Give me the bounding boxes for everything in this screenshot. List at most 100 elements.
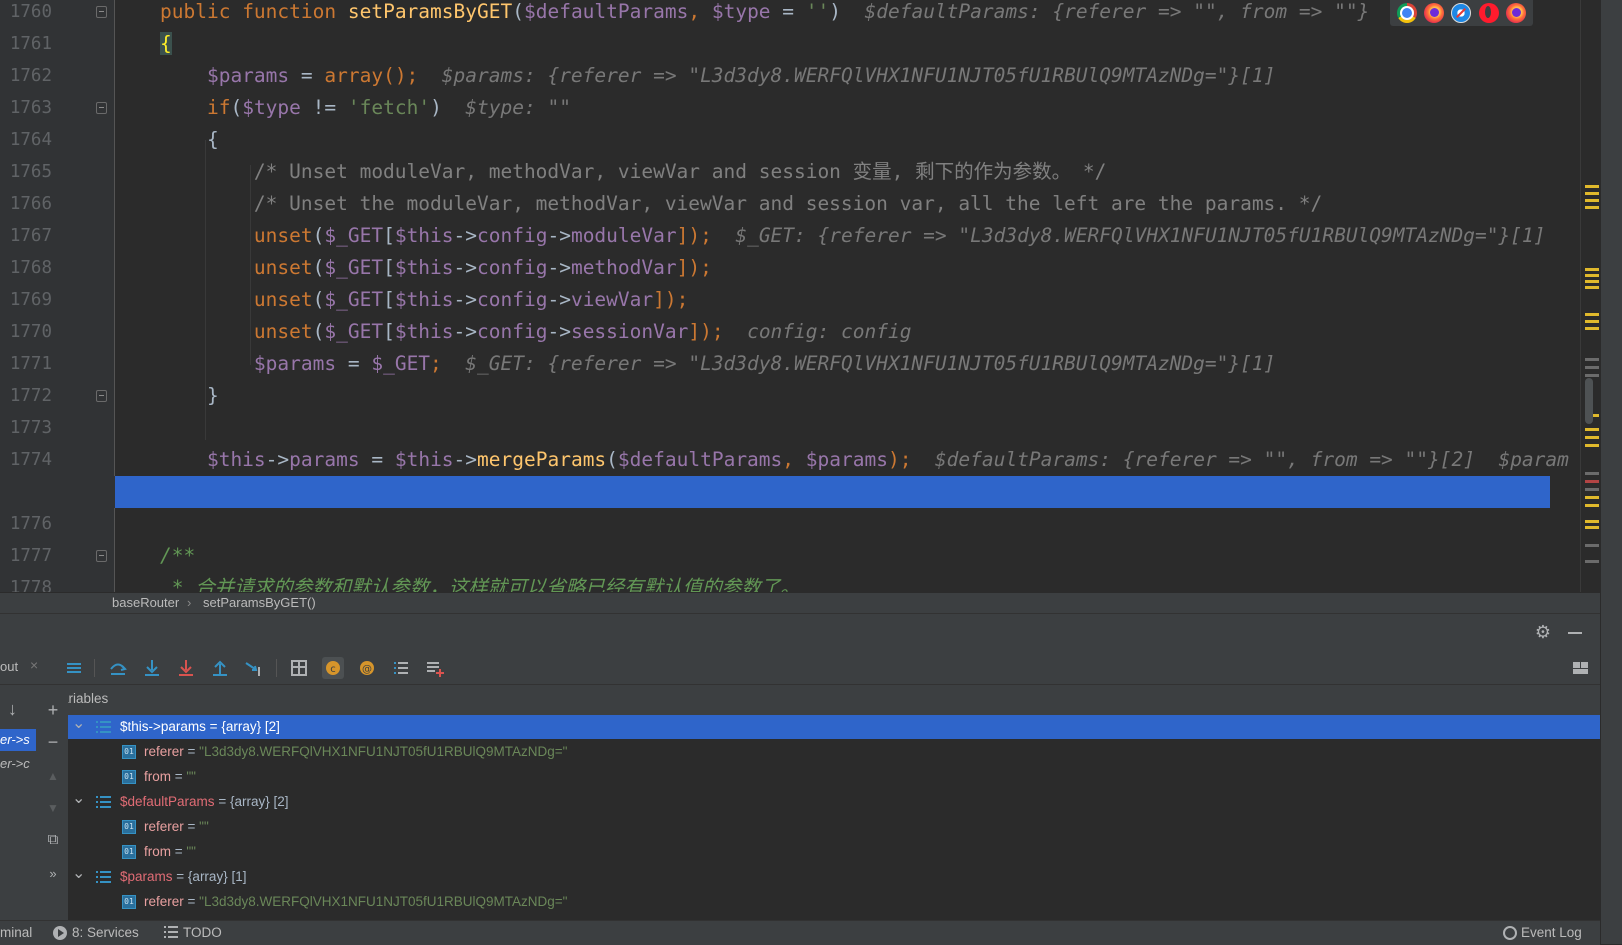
chrome-icon[interactable] (1396, 3, 1417, 23)
code-token: methodVar (570, 256, 677, 279)
code-line[interactable]: } (160, 380, 219, 412)
code-line[interactable]: $this->params = $this->mergeParams($defa… (160, 444, 1569, 476)
layout-icon[interactable] (1569, 657, 1591, 679)
debug-tab-label[interactable]: out (0, 659, 18, 674)
fold-marker-icon[interactable] (96, 6, 107, 18)
line-number[interactable]: 1770 (0, 316, 52, 348)
line-number[interactable]: 1772 (0, 380, 52, 412)
code-line[interactable]: unset($_GET[$this->config->moduleVar]); … (160, 220, 1546, 252)
error-stripe[interactable] (1580, 0, 1600, 592)
variable-row[interactable]: 01 referer = "L3d3dy8.WERFQlVHX1NFU1NJT05… (68, 740, 1600, 764)
list-icon[interactable] (390, 657, 412, 679)
at-icon[interactable]: @ (356, 657, 378, 679)
variable-row[interactable]: 01 from = "" (68, 765, 1600, 789)
line-number[interactable]: 1771 (0, 348, 52, 380)
breadcrumb-class[interactable]: baseRouter (112, 595, 179, 610)
remove-icon[interactable]: − (44, 733, 62, 751)
code-line[interactable]: * 合并请求的参数和默认参数，这样就可以省略已经有默认值的参数了。 (160, 572, 800, 592)
code-editor[interactable]: 1760 1761 1762 1763 1764 1765 1766 1767 1768 1769… (0, 0, 1600, 592)
editor-scrollbar[interactable] (1585, 378, 1593, 424)
variable-row[interactable]: 01 referer = "" (68, 815, 1600, 839)
copy-icon[interactable]: ⧉ (44, 831, 62, 849)
code-line[interactable]: public function setParamsByGET($defaultP… (160, 0, 1600, 28)
variable-row[interactable]: ⌄ $this->params = {array} [2] (68, 715, 1600, 739)
code-token: ( (230, 96, 243, 119)
variable-row[interactable]: ⌄ $params = {array} [1] (68, 865, 1600, 889)
line-number[interactable]: 1774 (0, 444, 52, 476)
line-number[interactable]: 1763 (0, 92, 52, 124)
line-number[interactable]: 1777 (0, 540, 52, 572)
code-line[interactable]: $params = $_GET; $_GET: {referer => "L3d… (160, 348, 1275, 380)
code-token: [ (383, 320, 395, 343)
firefox-icon[interactable] (1424, 3, 1445, 23)
line-number[interactable]: 1773 (0, 412, 52, 444)
terminal-tab[interactable]: minal (0, 925, 32, 940)
opera-icon[interactable] (1478, 3, 1499, 23)
line-number[interactable]: 1776 (0, 508, 52, 540)
step-into-icon[interactable] (141, 657, 163, 679)
run-to-cursor-icon[interactable] (243, 657, 265, 679)
code-line[interactable]: { (160, 124, 219, 156)
code-token: unset (160, 224, 313, 247)
move-up-icon[interactable]: ▲ (44, 767, 62, 785)
firefox-dev-icon[interactable] (1506, 3, 1527, 23)
chevron-down-icon[interactable]: ⌄ (72, 862, 86, 886)
gear-icon[interactable]: ⚙ (1533, 622, 1553, 642)
line-number[interactable]: 1769 (0, 284, 52, 316)
evaluate-expression-icon[interactable] (288, 657, 310, 679)
fold-marker-icon[interactable] (96, 102, 107, 114)
step-out-icon[interactable] (209, 657, 231, 679)
line-number[interactable]: 1766 (0, 188, 52, 220)
code-token: ]); (688, 320, 724, 343)
down-arrow-icon[interactable]: ↓ (8, 699, 17, 720)
line-number[interactable]: 1778 (0, 572, 52, 592)
line-number[interactable]: 1761 (0, 28, 52, 60)
variable-name: $this->params (120, 719, 206, 734)
frame-item[interactable]: er->c (0, 753, 36, 775)
code-line[interactable]: /* Unset the moduleVar, methodVar, viewV… (160, 188, 1322, 220)
todo-tab[interactable]: TODO (183, 925, 222, 940)
safari-icon[interactable] (1451, 3, 1472, 23)
line-number[interactable]: 1760 (0, 0, 52, 28)
show-frames-icon[interactable] (63, 657, 85, 679)
add-icon[interactable]: + (44, 701, 62, 719)
fold-marker-icon[interactable] (96, 550, 107, 562)
frame-item[interactable]: er->s (0, 729, 36, 751)
code-token: /* Unset moduleVar, methodVar, viewVar a… (160, 160, 1107, 183)
code-line[interactable]: unset($_GET[$this->config->sessionVar]);… (160, 316, 912, 348)
breadcrumb-method[interactable]: setParamsByGET() (203, 595, 316, 610)
code-line[interactable]: { (160, 28, 172, 60)
step-over-icon[interactable] (107, 657, 129, 679)
variable-row[interactable]: 01 from = "" (68, 840, 1600, 864)
code-line[interactable]: /** (160, 540, 195, 572)
variable-row[interactable]: ⌄ $defaultParams = {array} [2] (68, 790, 1600, 814)
code-line[interactable]: /* Unset moduleVar, methodVar, viewVar a… (160, 156, 1106, 188)
code-line[interactable]: unset($_GET[$this->config->viewVar]); (160, 284, 688, 316)
services-tab[interactable]: 8: Services (72, 925, 139, 940)
chevron-down-icon[interactable]: ⌄ (72, 712, 86, 736)
code-token: -> (547, 320, 571, 343)
close-icon[interactable]: × (30, 657, 38, 673)
code-token: } (160, 384, 219, 407)
code-line[interactable]: unset($_GET[$this->config->methodVar]); (160, 252, 712, 284)
code-line[interactable]: if($type != 'fetch') $type: "" (160, 92, 571, 124)
line-number[interactable]: 1765 (0, 156, 52, 188)
code-token: ) (829, 0, 865, 23)
svg-text:@: @ (362, 664, 372, 675)
variable-row[interactable]: 01 referer = "L3d3dy8.WERFQlVHX1NFU1NJT05… (68, 890, 1600, 914)
line-number[interactable]: 1768 (0, 252, 52, 284)
chevron-down-icon[interactable]: ⌄ (72, 787, 86, 811)
code-line[interactable]: $params = array(); $params: {referer => … (160, 60, 1275, 92)
force-step-into-icon[interactable] (175, 657, 197, 679)
minimize-icon[interactable] (1565, 622, 1585, 642)
event-log-tab[interactable]: Event Log (1521, 925, 1582, 940)
line-number[interactable]: 1767 (0, 220, 52, 252)
add-watch-icon[interactable] (424, 657, 446, 679)
watches-icon[interactable]: c (322, 657, 344, 679)
line-number[interactable]: 1764 (0, 124, 52, 156)
expand-more-icon[interactable]: » (44, 865, 62, 883)
line-number[interactable]: 1762 (0, 60, 52, 92)
code-token: -> (547, 256, 571, 279)
move-down-icon[interactable]: ▼ (44, 799, 62, 817)
fold-marker-icon[interactable] (96, 390, 107, 402)
